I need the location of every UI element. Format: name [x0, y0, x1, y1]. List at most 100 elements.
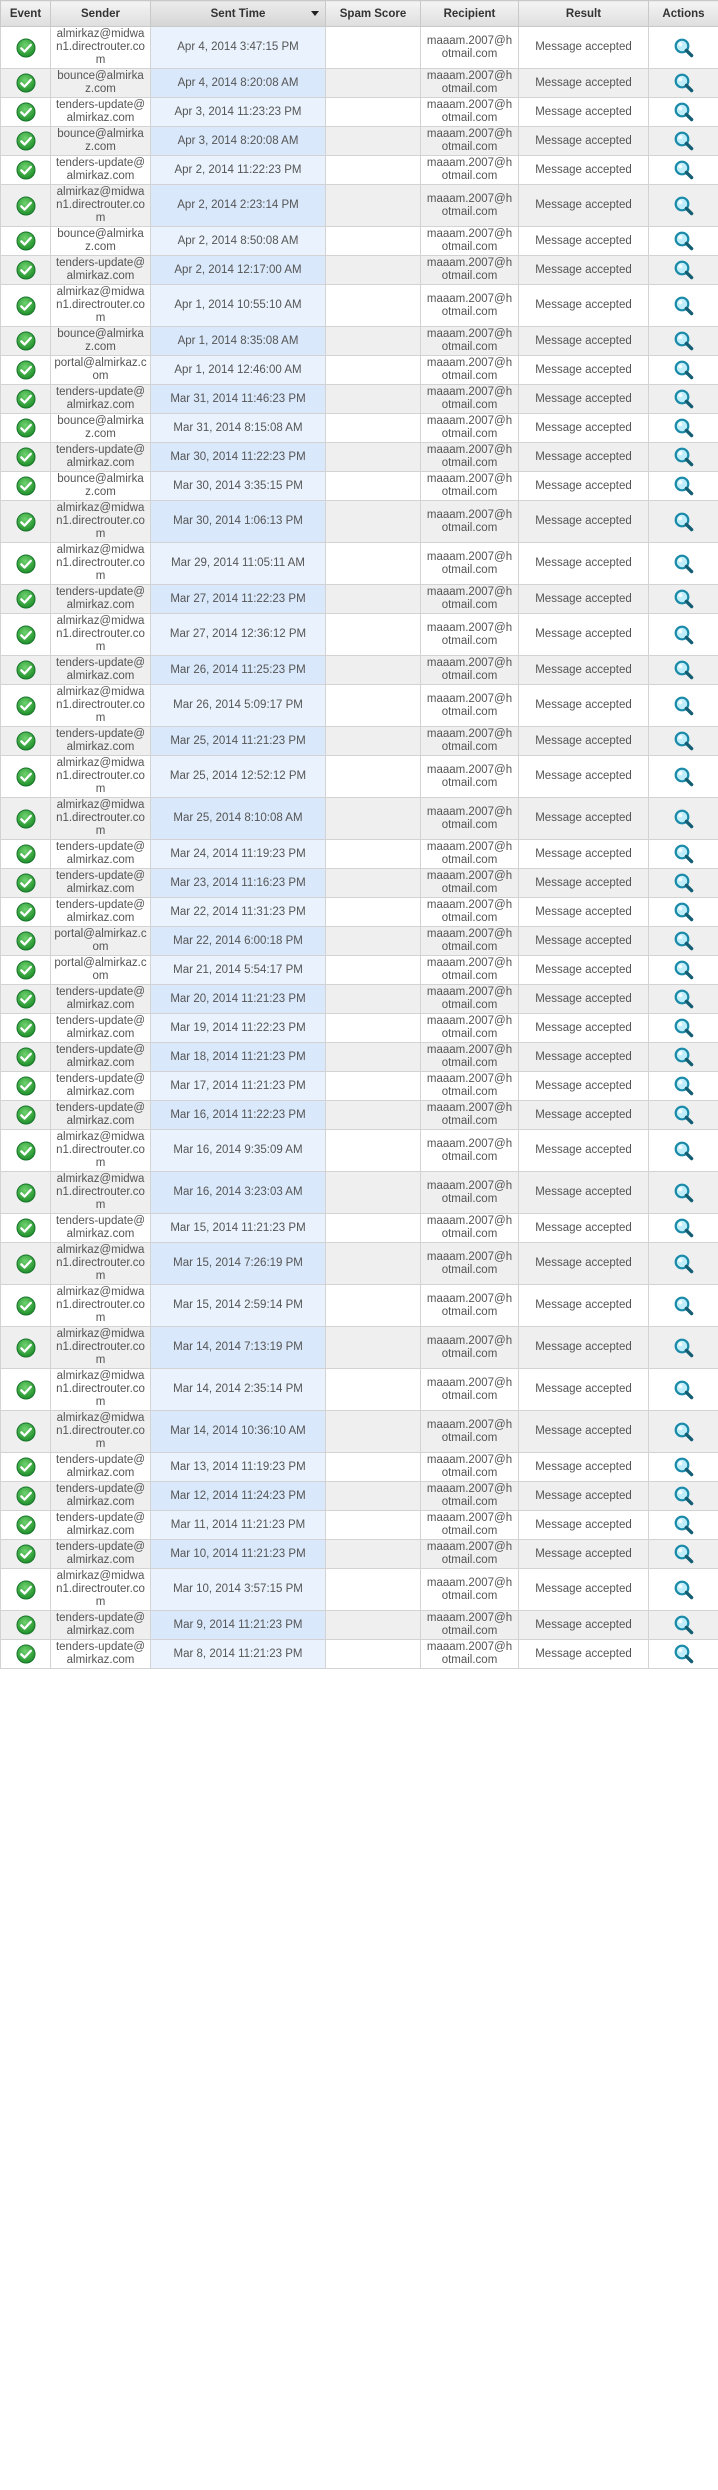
magnifier-icon[interactable]: [673, 388, 695, 410]
magnifier-icon[interactable]: [673, 511, 695, 533]
sent-time-cell: Mar 15, 2014 7:26:19 PM: [150, 1242, 326, 1285]
sender-cell: almirkaz@midwan1.directrouter.com: [50, 1242, 151, 1285]
magnifier-icon[interactable]: [673, 417, 695, 439]
result-cell: Message accepted: [518, 97, 649, 127]
spam-score-cell: [325, 1284, 421, 1327]
magnifier-icon[interactable]: [673, 1379, 695, 1401]
header-row: Event Sender Sent Time Spam Score Recipi…: [0, 0, 718, 27]
column-header-sender[interactable]: Sender: [50, 0, 151, 27]
magnifier-icon[interactable]: [673, 1337, 695, 1359]
check-circle-icon: [16, 696, 35, 715]
actions-cell: [648, 1568, 718, 1611]
magnifier-icon[interactable]: [673, 101, 695, 123]
recipient-cell: maaam.2007@hotmail.com: [420, 1326, 519, 1369]
magnifier-icon[interactable]: [673, 930, 695, 952]
event-cell: [0, 413, 51, 443]
magnifier-icon[interactable]: [673, 1182, 695, 1204]
magnifier-icon[interactable]: [673, 295, 695, 317]
magnifier-icon[interactable]: [673, 624, 695, 646]
magnifier-icon[interactable]: [673, 988, 695, 1010]
magnifier-icon[interactable]: [673, 330, 695, 352]
magnifier-icon[interactable]: [673, 901, 695, 923]
magnifier-icon[interactable]: [673, 1295, 695, 1317]
recipient-cell: maaam.2007@hotmail.com: [420, 413, 519, 443]
magnifier-icon[interactable]: [673, 1253, 695, 1275]
spam-score-cell: [325, 955, 421, 985]
magnifier-icon[interactable]: [673, 730, 695, 752]
magnifier-icon[interactable]: [673, 843, 695, 865]
event-cell: [0, 1539, 51, 1569]
magnifier-icon[interactable]: [673, 195, 695, 217]
magnifier-icon[interactable]: [673, 72, 695, 94]
magnifier-icon[interactable]: [673, 1643, 695, 1665]
magnifier-icon[interactable]: [673, 37, 695, 59]
magnifier-icon[interactable]: [673, 1514, 695, 1536]
magnifier-icon[interactable]: [673, 1579, 695, 1601]
check-circle-icon: [16, 1580, 35, 1599]
column-header-event[interactable]: Event: [0, 0, 51, 27]
magnifier-icon[interactable]: [673, 1104, 695, 1126]
magnifier-icon[interactable]: [673, 959, 695, 981]
table-row: tenders-update@almirkaz.com Mar 16, 2014…: [0, 1100, 718, 1130]
magnifier-icon[interactable]: [673, 359, 695, 381]
column-header-recipient[interactable]: Recipient: [420, 0, 519, 27]
magnifier-icon[interactable]: [673, 1543, 695, 1565]
sender-cell: almirkaz@midwan1.directrouter.com: [50, 184, 151, 227]
magnifier-icon[interactable]: [673, 159, 695, 181]
magnifier-icon[interactable]: [673, 1421, 695, 1443]
column-header-sent-time[interactable]: Sent Time: [150, 0, 326, 27]
check-circle-icon: [16, 389, 35, 409]
magnifier-icon[interactable]: [673, 659, 695, 681]
magnifier-icon[interactable]: [673, 475, 695, 497]
event-cell: [0, 126, 51, 156]
magnifier-icon[interactable]: [673, 588, 695, 610]
magnifier-icon[interactable]: [673, 1485, 695, 1507]
recipient-cell: maaam.2007@hotmail.com: [420, 226, 519, 256]
magnifier-icon[interactable]: [673, 446, 695, 468]
sender-cell: tenders-update@almirkaz.com: [50, 839, 151, 869]
table-row: bounce@almirkaz.com Apr 3, 2014 8:20:08 …: [0, 126, 718, 156]
event-cell: [0, 1242, 51, 1285]
magnifier-icon[interactable]: [673, 808, 695, 830]
result-cell: Message accepted: [518, 284, 649, 327]
magnifier-icon[interactable]: [673, 1075, 695, 1097]
sender-cell: almirkaz@midwan1.directrouter.com: [50, 1326, 151, 1369]
magnifier-icon[interactable]: [673, 1140, 695, 1162]
column-header-spam-score[interactable]: Spam Score: [325, 0, 421, 27]
magnifier-icon[interactable]: [673, 1017, 695, 1039]
magnifier-icon[interactable]: [673, 695, 695, 717]
result-cell: Message accepted: [518, 355, 649, 385]
result-cell: Message accepted: [518, 126, 649, 156]
event-cell: [0, 226, 51, 256]
recipient-cell: maaam.2007@hotmail.com: [420, 613, 519, 656]
actions-cell: [648, 1013, 718, 1043]
magnifier-icon[interactable]: [673, 1046, 695, 1068]
magnifier-icon[interactable]: [673, 553, 695, 575]
recipient-cell: maaam.2007@hotmail.com: [420, 284, 519, 327]
magnifier-icon[interactable]: [673, 1456, 695, 1478]
result-cell: Message accepted: [518, 1326, 649, 1369]
event-cell: [0, 284, 51, 327]
recipient-cell: maaam.2007@hotmail.com: [420, 184, 519, 227]
table-header: Event Sender Sent Time Spam Score Recipi…: [0, 0, 718, 27]
result-cell: Message accepted: [518, 184, 649, 227]
column-header-result[interactable]: Result: [518, 0, 649, 27]
magnifier-icon[interactable]: [673, 1614, 695, 1636]
magnifier-icon[interactable]: [673, 1217, 695, 1239]
actions-cell: [648, 1100, 718, 1130]
spam-score-cell: [325, 413, 421, 443]
recipient-cell: maaam.2007@hotmail.com: [420, 1129, 519, 1172]
magnifier-icon[interactable]: [673, 259, 695, 281]
sender-cell: almirkaz@midwan1.directrouter.com: [50, 684, 151, 727]
event-cell: [0, 1452, 51, 1482]
result-cell: Message accepted: [518, 1539, 649, 1569]
magnifier-icon[interactable]: [673, 130, 695, 152]
sent-time-cell: Mar 31, 2014 11:46:23 PM: [150, 384, 326, 414]
magnifier-icon[interactable]: [673, 766, 695, 788]
result-cell: Message accepted: [518, 797, 649, 840]
magnifier-icon[interactable]: [673, 872, 695, 894]
sender-cell: tenders-update@almirkaz.com: [50, 384, 151, 414]
event-cell: [0, 1071, 51, 1101]
sort-descending-icon[interactable]: [311, 11, 319, 16]
magnifier-icon[interactable]: [673, 230, 695, 252]
